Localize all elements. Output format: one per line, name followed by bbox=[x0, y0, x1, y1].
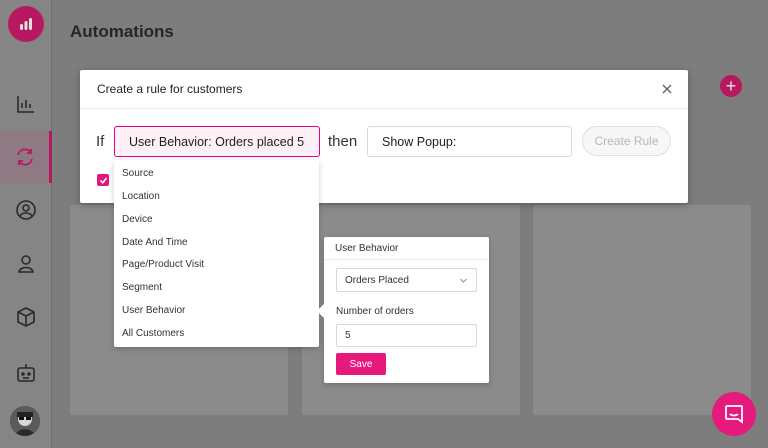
dropdown-option-segment[interactable]: Segment bbox=[122, 281, 162, 295]
sidebar-item-customers[interactable] bbox=[0, 184, 52, 236]
page-title: Automations bbox=[70, 22, 174, 41]
popover-title: User Behavior bbox=[335, 243, 399, 254]
sidebar-item-analytics[interactable] bbox=[0, 78, 52, 130]
close-icon[interactable] bbox=[660, 82, 674, 96]
create-rule-button[interactable]: Create Rule bbox=[582, 126, 671, 156]
dropdown-option-page-visit[interactable]: Page/Product Visit bbox=[122, 258, 204, 272]
analytics-icon bbox=[17, 96, 34, 113]
divider bbox=[324, 259, 489, 260]
sidebar-item-visitors[interactable] bbox=[0, 238, 52, 290]
bot-icon bbox=[17, 364, 35, 382]
save-button[interactable]: Save bbox=[336, 353, 386, 375]
behavior-select-value: Orders Placed bbox=[345, 274, 409, 286]
customers-icon bbox=[16, 200, 36, 220]
chevron-down-icon bbox=[460, 278, 467, 283]
checkmark-icon bbox=[99, 177, 107, 184]
dropdown-option-date-time[interactable]: Date And Time bbox=[122, 236, 188, 250]
behavior-select[interactable]: Orders Placed bbox=[336, 268, 477, 292]
modal-title: Create a rule for customers bbox=[80, 70, 688, 109]
products-box-icon bbox=[17, 307, 35, 327]
automations-sync-icon bbox=[16, 148, 33, 166]
sidebar-item-bot[interactable] bbox=[0, 347, 52, 399]
number-of-orders-label: Number of orders bbox=[336, 306, 414, 317]
dropdown-option-source[interactable]: Source bbox=[122, 167, 154, 181]
dropdown-option-device[interactable]: Device bbox=[122, 213, 153, 227]
user-avatar[interactable] bbox=[10, 406, 40, 436]
app-logo-icon[interactable] bbox=[8, 6, 44, 42]
dropdown-option-location[interactable]: Location bbox=[122, 190, 160, 204]
visitors-icon bbox=[18, 255, 34, 273]
then-label: then bbox=[328, 133, 358, 150]
sidebar-item-automations[interactable] bbox=[0, 131, 52, 183]
sidebar-item-products[interactable] bbox=[0, 291, 52, 343]
action-field[interactable]: Show Popup: bbox=[367, 126, 572, 157]
rule-checkbox[interactable] bbox=[97, 174, 109, 186]
condition-dropdown: Source Location Device Date And Time Pag… bbox=[114, 160, 319, 347]
condition-field[interactable]: User Behavior: Orders placed 5 bbox=[114, 126, 320, 157]
dropdown-option-user-behavior[interactable]: User Behavior bbox=[122, 304, 185, 318]
if-label: If bbox=[96, 133, 105, 150]
add-rule-button[interactable]: + bbox=[720, 75, 742, 97]
number-of-orders-input[interactable]: 5 bbox=[336, 324, 477, 347]
chat-launcher-button[interactable] bbox=[712, 392, 756, 436]
sidebar bbox=[0, 0, 52, 448]
user-behavior-popover: User Behavior Orders Placed Number of or… bbox=[316, 237, 489, 383]
chat-bubble-icon bbox=[725, 405, 743, 424]
rule-card bbox=[533, 205, 751, 415]
plus-icon: + bbox=[725, 76, 737, 96]
dropdown-option-all-customers[interactable]: All Customers bbox=[122, 327, 184, 341]
